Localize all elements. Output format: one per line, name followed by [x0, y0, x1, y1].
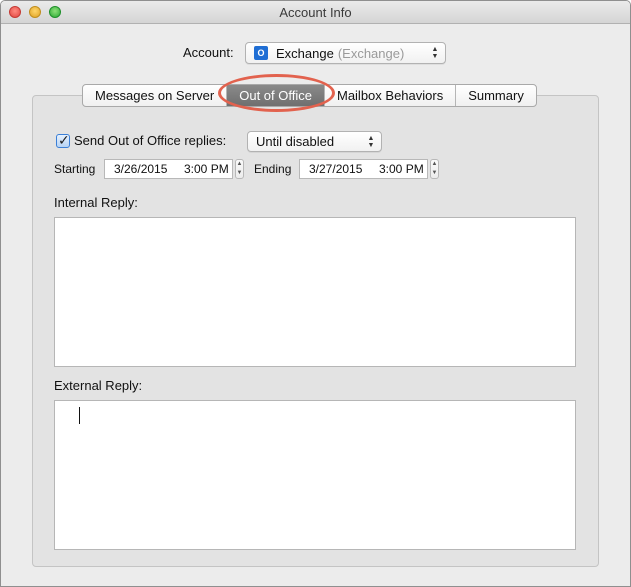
account-name: Exchange: [276, 46, 334, 61]
text-cursor: [79, 407, 80, 424]
external-reply-textarea[interactable]: [54, 400, 576, 550]
duration-value: Until disabled: [256, 134, 335, 149]
account-label: Account:: [183, 45, 234, 60]
tab-summary[interactable]: Summary: [455, 85, 536, 106]
highlight-circle: [218, 74, 335, 112]
chevron-updown-icon: ▲ ▼: [431, 46, 439, 60]
chevron-updown-icon: ▲ ▼: [367, 135, 375, 149]
tab-mailbox-behaviors[interactable]: Mailbox Behaviors: [323, 85, 455, 106]
checkmark-icon: ✓: [58, 132, 70, 148]
ending-label: Ending: [254, 162, 292, 176]
send-replies-checkbox[interactable]: ✓: [56, 132, 70, 148]
window-title: Account Info: [279, 5, 352, 20]
starting-time[interactable]: 3:00 PM: [184, 162, 229, 176]
ending-date[interactable]: 3/27/2015: [309, 160, 379, 178]
send-replies-label: Send Out of Office replies:: [74, 133, 227, 148]
tab-messages-on-server[interactable]: Messages on Server: [83, 85, 226, 106]
title-bar[interactable]: Account Info: [1, 1, 630, 24]
internal-reply-label: Internal Reply:: [54, 195, 138, 210]
ending-datetime-field[interactable]: 3/27/2015 3:00 PM: [299, 159, 428, 179]
starting-date[interactable]: 3/26/2015: [114, 160, 184, 178]
ending-stepper[interactable]: ▲ ▼: [430, 159, 439, 179]
account-type: (Exchange): [337, 46, 405, 61]
exchange-icon: O: [254, 46, 268, 60]
ending-time[interactable]: 3:00 PM: [379, 162, 424, 176]
starting-datetime-field[interactable]: 3/26/2015 3:00 PM: [104, 159, 233, 179]
account-popup[interactable]: O Exchange (Exchange) ▲ ▼: [245, 42, 446, 64]
starting-stepper[interactable]: ▲ ▼: [235, 159, 244, 179]
account-info-window: Account Info Account: O Exchange (Exchang…: [0, 0, 631, 587]
starting-label: Starting: [54, 162, 96, 176]
duration-popup[interactable]: Until disabled ▲ ▼: [247, 131, 382, 152]
external-reply-label: External Reply:: [54, 378, 143, 393]
internal-reply-textarea[interactable]: [54, 217, 576, 367]
